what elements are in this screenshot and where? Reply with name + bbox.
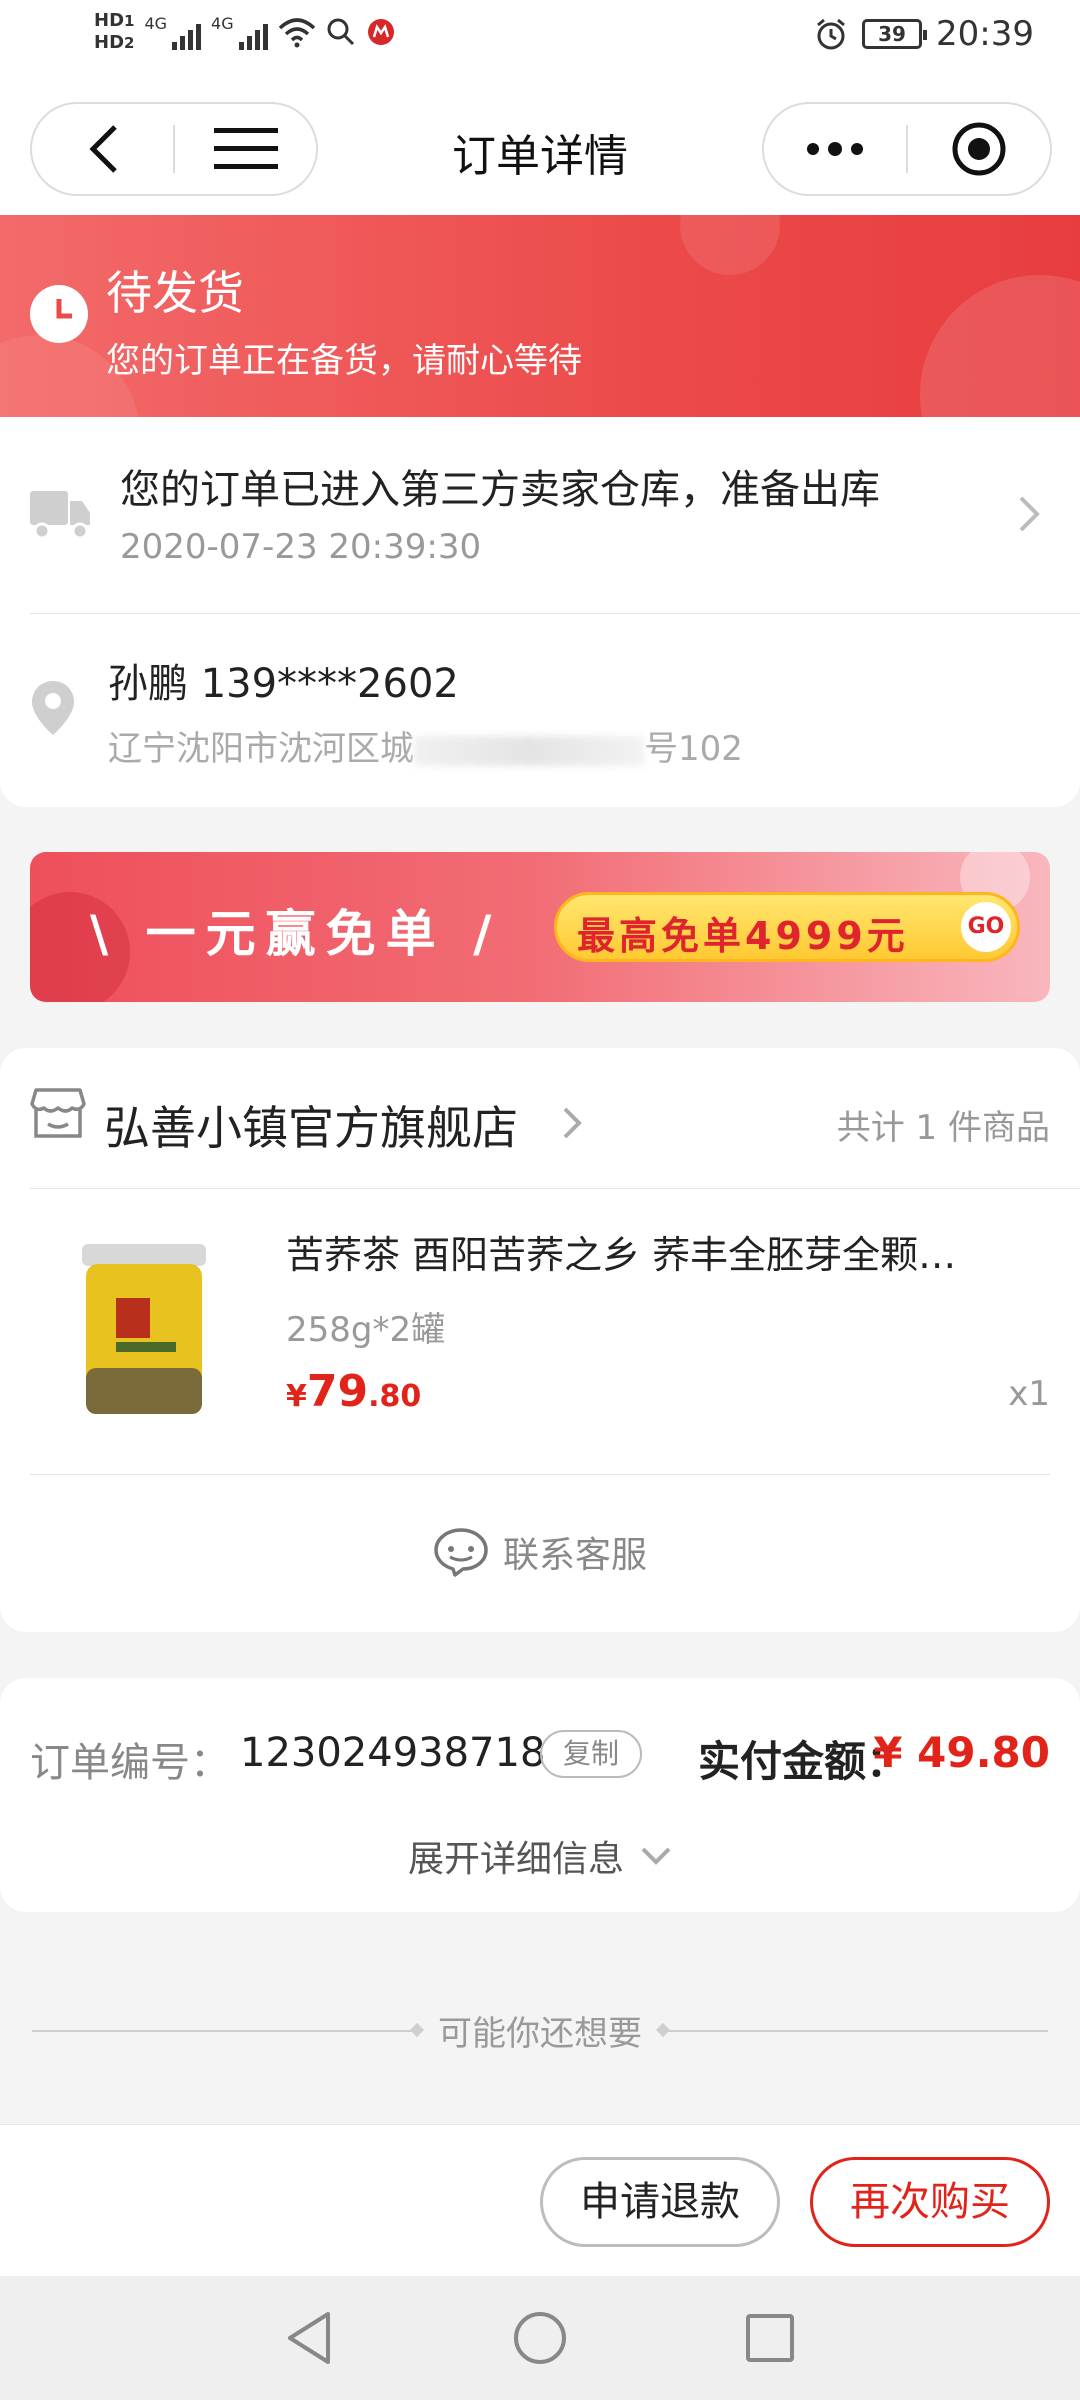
expand-details-label: 展开详细信息 (407, 1839, 624, 1880)
nav-capsule-right (762, 102, 1052, 196)
promo-banner[interactable]: \ 一元赢免单 / 最高免单4999元 GO (30, 852, 1050, 1002)
product-spec: 258g*2罐 (286, 1310, 446, 1350)
truck-icon (30, 491, 90, 539)
item-count: 共计 1 件商品 (836, 1108, 1050, 1148)
system-nav-bar (0, 2276, 1080, 2400)
target-icon (952, 122, 1006, 176)
go-button[interactable]: GO (961, 902, 1011, 952)
more-dots-icon (807, 142, 863, 156)
address-line: 辽宁沈阳市沈河区城 号102 (108, 729, 743, 769)
store-name[interactable]: 弘善小镇官方旗舰店 (104, 1092, 518, 1158)
product-title: 苦荞茶 酉阳苦荞之乡 荞丰全胚芽全颗… (286, 1233, 957, 1277)
divider (30, 1474, 1050, 1475)
clock-time: 20:39 (936, 14, 1034, 54)
order-status-banner: 待发货 您的订单正在备货，请耐心等待 (0, 215, 1080, 417)
product-image (82, 1244, 206, 1414)
signal-icon-2: 4G (211, 14, 268, 50)
store-card: 弘善小镇官方旗舰店 共计 1 件商品 苦荞茶 酉阳苦荞之乡 荞丰全胚芽全颗… 2… (0, 1048, 1080, 1632)
close-miniapp-button[interactable] (908, 104, 1050, 194)
clock-icon (30, 285, 88, 343)
more-button[interactable] (764, 104, 906, 194)
refund-button[interactable]: 申请退款 (540, 2157, 780, 2247)
shipping-message: 您的订单已进入第三方卖家仓库，准备出库 (120, 467, 880, 513)
recommend-label: 可能你还想要 (438, 2014, 642, 2054)
status-bar: HD1 HD2 4G 4G 39 20:39 (0, 0, 1080, 80)
search-icon (327, 18, 354, 46)
order-info-card: 订单编号： 123024938718 复制 实付金额： ¥ 49.80 展开详细… (0, 1678, 1080, 1912)
chevron-right-icon (563, 1107, 582, 1139)
expand-details-button[interactable]: 展开详细信息 (0, 1830, 1080, 1882)
alarm-icon (817, 18, 845, 50)
signal-icon-1: 4G (144, 14, 202, 50)
shipping-address-card: 您的订单已进入第三方卖家仓库，准备出库 2020-07-23 20:39:30 … (0, 417, 1080, 807)
promo-pill-text: 最高免单4999元 (577, 914, 909, 958)
promo-pill: 最高免单4999元 GO (554, 892, 1020, 962)
recipient-name-phone: 孙鹏 139****2602 (108, 661, 459, 707)
recommend-divider: 可能你还想要 (32, 2006, 1048, 2055)
nav-bar: 订单详情 (0, 80, 1080, 215)
nav-home-icon[interactable] (512, 2310, 568, 2366)
shipping-time: 2020-07-23 20:39:30 (120, 527, 482, 567)
order-number-label: 订单编号： (30, 1740, 230, 1786)
divider (30, 1188, 1080, 1189)
product-price: ¥79.80 (286, 1366, 422, 1417)
order-number: 123024938718 (240, 1730, 546, 1776)
nav-back-icon[interactable] (284, 2310, 334, 2366)
bottom-action-bar: 申请退款 再次购买 (0, 2124, 1080, 2276)
contact-service-button[interactable]: 联系客服 (0, 1526, 1080, 1578)
promo-left-text: \ 一元赢免单 / (90, 905, 502, 963)
rebuy-button[interactable]: 再次购买 (810, 2157, 1050, 2247)
hd-indicator: HD1 HD2 (94, 10, 135, 53)
redacted-address (414, 735, 644, 766)
chat-bubble-icon (434, 1528, 488, 1577)
wifi-icon (278, 18, 315, 48)
nav-recents-icon[interactable] (744, 2310, 796, 2366)
product-quantity: x1 (1008, 1374, 1050, 1414)
store-icon (30, 1088, 86, 1138)
copy-button[interactable]: 复制 (540, 1730, 642, 1778)
chevron-right-icon (1019, 496, 1040, 532)
location-pin-icon (32, 681, 74, 735)
paid-amount: ¥ 49.80 (873, 1728, 1050, 1777)
bank-app-icon (367, 19, 394, 45)
chevron-down-icon (641, 1847, 671, 1865)
divider (30, 613, 1080, 614)
order-status-subtitle: 您的订单正在备货，请耐心等待 (106, 341, 582, 381)
battery-icon: 39 (862, 19, 928, 49)
order-status-title: 待发货 (106, 266, 244, 320)
contact-service-label: 联系客服 (502, 1535, 647, 1576)
